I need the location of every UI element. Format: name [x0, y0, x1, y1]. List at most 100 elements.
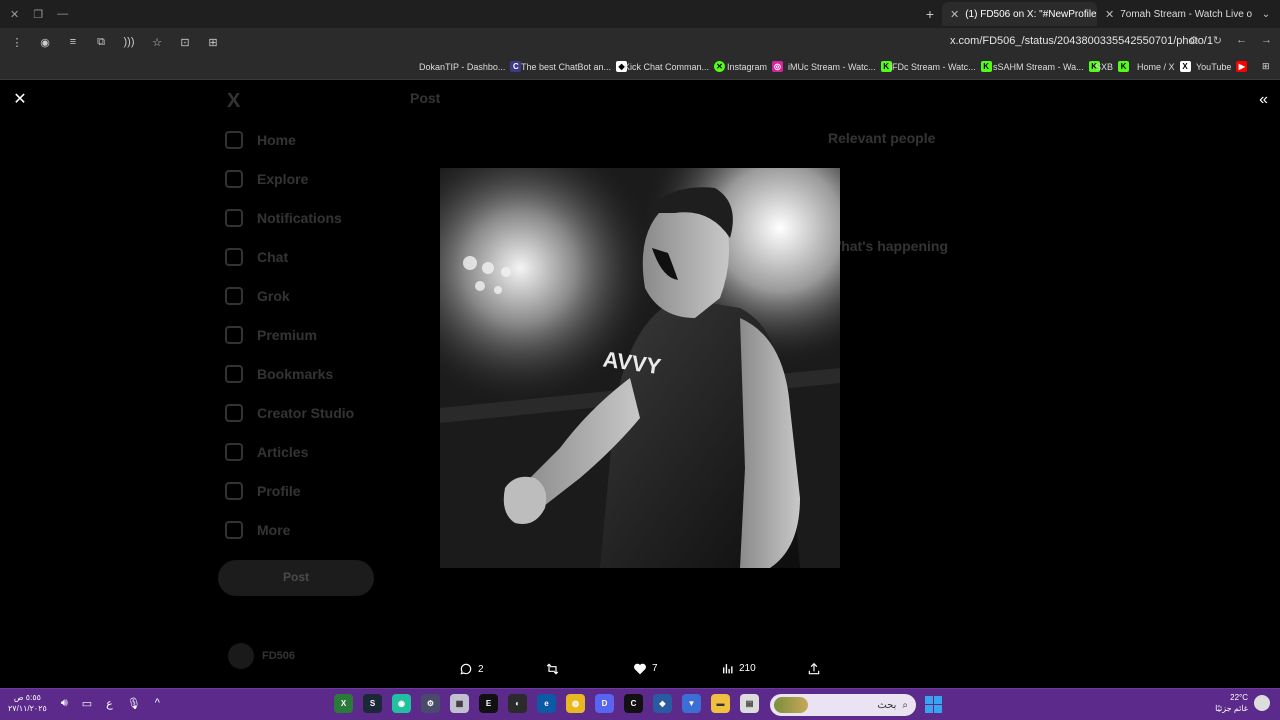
bookmarks-bar: DokanTIP - Dashbo... C The best ChatBot a… — [0, 56, 1280, 80]
windows-start-icon[interactable] — [925, 696, 942, 713]
search-icon — [225, 169, 243, 188]
home-icon — [225, 130, 243, 149]
clock[interactable]: ٥:٥٥ ص ٢٧/١١/٢٠٢٥ — [8, 692, 47, 714]
like-count: 7 — [652, 663, 658, 674]
nav-item-chat: Chat — [225, 237, 354, 276]
forward-icon[interactable]: → — [1261, 34, 1272, 47]
taskbar-apps: X S ◉ ⚙ ▦ E ◐ e ◍ D C ◆ ▼ ▬ ▤ — [334, 694, 759, 713]
store-icon[interactable]: ▦ — [450, 694, 469, 713]
menu-dots-icon[interactable]: ⋮ — [10, 36, 24, 49]
tray-chevron-icon[interactable]: ^ — [155, 697, 160, 709]
heart-icon — [634, 663, 646, 675]
kick-icon: K — [980, 61, 992, 72]
bookmark-item[interactable]: Home / X X — [1137, 61, 1191, 72]
bookmarks-overflow-icon[interactable]: ⊞ — [1262, 61, 1270, 72]
temperature: 22°C — [1230, 693, 1248, 702]
kick-icon: ✕ — [714, 61, 726, 72]
site-settings-icon[interactable]: ⚙ — [1189, 34, 1199, 47]
bookmark-item[interactable]: DokanTIP - Dashbo... C — [419, 61, 522, 72]
nav-item-articles: Articles — [225, 432, 354, 471]
bookmark-label: The best ChatBot an... — [521, 61, 612, 72]
premium-icon — [225, 325, 243, 344]
settings-gear-icon[interactable]: ⚙ — [421, 694, 440, 713]
new-tab-button[interactable]: + — [918, 6, 942, 22]
bookmark-label: sSAHM Stream - Wa... — [993, 61, 1084, 72]
close-viewer-button[interactable]: ✕ — [12, 92, 28, 108]
bookmark-item[interactable]: The best ChatBot an... ◆ — [521, 61, 628, 72]
bookmark-item[interactable]: Instagram ◎ — [727, 61, 784, 72]
app-green-icon[interactable]: ◉ — [392, 694, 411, 713]
reload-icon[interactable]: ↻ — [1213, 34, 1222, 47]
bookmark-label: Home / X — [1137, 61, 1175, 72]
background-sidebar: X Home Explore Notifications Chat Grok P… — [225, 80, 354, 549]
app-blue-icon[interactable]: ◆ — [653, 694, 672, 713]
tab-fd506[interactable]: ✕ (1) FD506 on X: "#NewProfileP X — [942, 2, 1097, 26]
profile-icon — [225, 481, 243, 500]
share-button[interactable] — [807, 662, 821, 676]
x-logo-icon: X — [227, 90, 241, 112]
reading-mode-icon[interactable]: ≡ — [66, 36, 80, 48]
nav-label: Home — [257, 131, 296, 148]
chat-icon — [225, 247, 243, 266]
nav-label: Chat — [257, 248, 289, 265]
views-button[interactable]: 210 — [721, 662, 756, 675]
kick-icon: K — [1118, 61, 1130, 72]
extensions-icon[interactable]: ⧉ — [94, 36, 108, 49]
shield-icon[interactable]: ▼ — [682, 694, 701, 713]
bookmark-item[interactable]: SXB K — [1095, 61, 1130, 72]
background-post-label: Post — [282, 570, 309, 584]
taskbar-search[interactable]: بحث ⌕ — [770, 694, 916, 716]
bookmark-item[interactable]: Kick Chat Comman... ✕ — [624, 61, 726, 72]
bookmark-item[interactable]: iFDc Stream - Watc... K — [890, 61, 992, 72]
nav-label: Grok — [257, 287, 290, 304]
file-explorer-icon[interactable]: ▬ — [711, 694, 730, 713]
favorite-star-icon[interactable]: ☆ — [150, 36, 164, 49]
like-button[interactable]: 7 — [633, 662, 658, 675]
network-icon[interactable]: ▭ — [82, 697, 92, 710]
relevant-people-heading: Relevant people — [828, 130, 936, 146]
profile-icon[interactable]: ◉ — [38, 36, 52, 49]
steam-icon[interactable]: S — [363, 694, 382, 713]
collections-icon[interactable]: ⊡ — [178, 36, 192, 49]
screenshot-icon[interactable]: ⊞ — [206, 36, 220, 49]
bookmark-item[interactable]: YouTube ▶ — [1196, 61, 1248, 72]
weather-widget[interactable]: 22°C غائم جزئيًا — [1215, 692, 1270, 714]
minimize-window-icon[interactable]: — — [57, 8, 68, 21]
nav-label: Explore — [257, 170, 309, 187]
bookmark-label: iMUc Stream - Watc... — [788, 61, 876, 72]
post-photo[interactable]: AVVY — [440, 168, 840, 568]
nav-item-grok: Grok — [225, 276, 354, 315]
microphone-icon[interactable]: 🎙︎ — [127, 697, 141, 710]
bookmark-item[interactable]: sSAHM Stream - Wa... K — [993, 61, 1100, 72]
input-language[interactable]: ع — [106, 697, 113, 710]
back-icon[interactable]: ← — [1236, 34, 1247, 47]
partly-cloudy-icon — [1254, 695, 1270, 711]
close-tab-icon[interactable]: ✕ — [950, 8, 959, 21]
bookmark-item[interactable]: iMUc Stream - Watc... K — [788, 61, 892, 72]
nav-item-bookmarks: Bookmarks — [225, 354, 354, 393]
notes-icon[interactable]: ▤ — [740, 694, 759, 713]
read-aloud-icon[interactable]: ))) — [122, 36, 136, 48]
call-of-duty-icon[interactable]: C — [624, 694, 643, 713]
collapse-panel-icon[interactable]: « — [1259, 92, 1268, 108]
nav-item-home: Home — [225, 120, 354, 159]
media-app-icon[interactable]: ◐ — [508, 694, 527, 713]
repost-button[interactable] — [545, 662, 565, 676]
tab-list-chevron-icon[interactable]: ⌄ — [1252, 9, 1280, 20]
restore-window-icon[interactable]: ❐ — [33, 8, 43, 21]
excel-icon[interactable]: X — [334, 694, 353, 713]
discord-icon[interactable]: D — [595, 694, 614, 713]
post-actions: 2 7 210 — [0, 662, 1280, 682]
epic-games-icon[interactable]: E — [479, 694, 498, 713]
view-count: 210 — [739, 663, 756, 674]
chrome-icon[interactable]: ◍ — [566, 694, 585, 713]
edge-icon[interactable]: e — [537, 694, 556, 713]
url-field[interactable]: x.com/FD506_/status/2043800335542550701/… — [950, 35, 1213, 47]
volume-icon[interactable]: 🔊︎ — [61, 697, 68, 710]
bell-icon — [225, 208, 243, 227]
close-tab-icon[interactable]: ✕ — [1105, 8, 1114, 21]
nav-label: Bookmarks — [257, 365, 334, 382]
tab-7omah[interactable]: ✕ 7omah Stream - Watch Live on K — [1097, 2, 1252, 26]
close-window-icon[interactable]: ✕ — [10, 8, 19, 21]
reply-button[interactable]: 2 — [459, 662, 484, 676]
